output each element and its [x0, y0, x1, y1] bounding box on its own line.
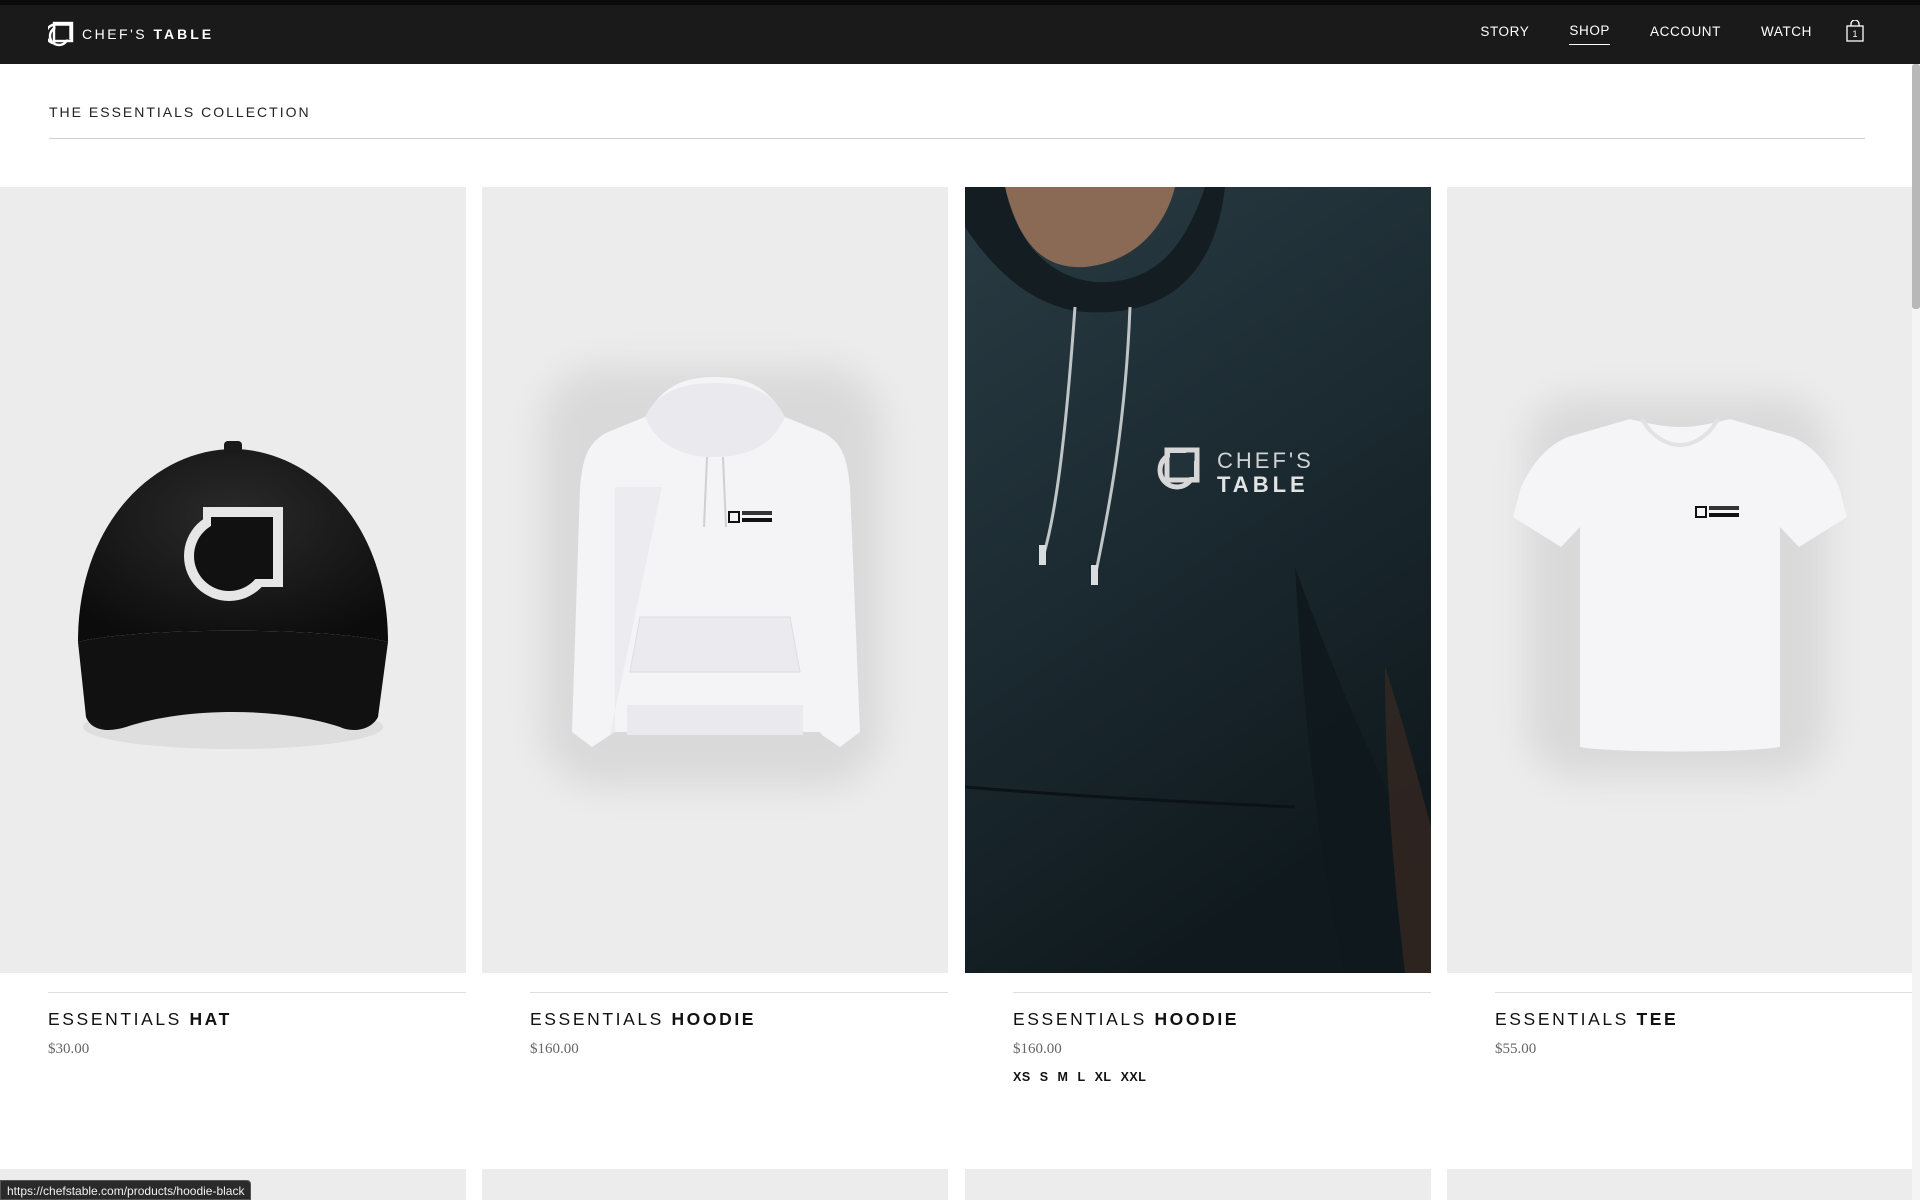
product-price: $160.00 [1013, 1041, 1062, 1057]
main-nav: STORY SHOP ACCOUNT WATCH 1 [1440, 20, 1864, 45]
size-option-xs[interactable]: XS [1013, 1070, 1031, 1084]
nav-shop[interactable]: SHOP [1569, 23, 1611, 45]
product-name-bold: HOODIE [671, 1009, 757, 1029]
size-option-xl[interactable]: XL [1095, 1070, 1112, 1084]
product-tile-next[interactable] [1447, 1169, 1913, 1200]
product-image-hoodie-black[interactable]: CHEF'S TABLE [965, 187, 1431, 973]
brand-name-bold: TABLE [153, 26, 215, 42]
product-name[interactable]: ESSENTIALS HOODIE [1013, 1009, 1239, 1030]
product-name-light: ESSENTIALS [1495, 1009, 1629, 1029]
size-option-m[interactable]: M [1058, 1070, 1069, 1084]
product-price: $55.00 [1495, 1041, 1537, 1057]
product-divider [1013, 992, 1431, 993]
logo-mark-icon [48, 21, 74, 47]
product-card-hoodie-white[interactable]: ESSENTIALS HOODIE $160.00 [482, 187, 948, 1057]
product-name[interactable]: ESSENTIALS TEE [1495, 1009, 1678, 1030]
size-option-l[interactable]: L [1077, 1070, 1085, 1084]
product-divider [1495, 992, 1913, 993]
hoodie-logo-line2: TABLE [1217, 472, 1309, 497]
product-price: $160.00 [530, 1041, 579, 1057]
product-divider [48, 992, 466, 993]
product-price: $30.00 [48, 1041, 90, 1057]
brand-logo[interactable]: CHEF'S TABLE [48, 20, 214, 48]
product-card-hoodie-black[interactable]: CHEF'S TABLE ESSENTIALS HOODIE $160.00 X… [965, 187, 1431, 1084]
nav-watch[interactable]: WATCH [1761, 24, 1812, 45]
brand-name: CHEF'S TABLE [82, 26, 214, 42]
product-name-light: ESSENTIALS [1013, 1009, 1147, 1029]
product-image-tee[interactable] [1447, 187, 1913, 973]
white-hoodie-illustration [542, 367, 882, 787]
nav-story[interactable]: STORY [1480, 24, 1529, 45]
cart-count: 1 [1852, 29, 1857, 39]
product-name[interactable]: ESSENTIALS HOODIE [530, 1009, 756, 1030]
white-tee-illustration [1513, 397, 1847, 777]
shopping-bag-icon[interactable]: 1 [1846, 20, 1864, 42]
product-image-hat[interactable] [0, 187, 466, 973]
product-name-light: ESSENTIALS [48, 1009, 182, 1029]
size-options: XS S M L XL XXL [1013, 1070, 1155, 1084]
black-cap-illustration [78, 441, 388, 749]
product-tile-next[interactable] [482, 1169, 948, 1200]
product-name-light: ESSENTIALS [530, 1009, 664, 1029]
link-status-url: https://chefstable.com/products/hoodie-b… [0, 1180, 252, 1200]
product-name-bold: TEE [1636, 1009, 1679, 1029]
collection-title: THE ESSENTIALS COLLECTION [49, 104, 311, 120]
hoodie-logo-line1: CHEF'S [1217, 448, 1314, 473]
page-scrollbar-thumb[interactable] [1912, 64, 1920, 309]
size-option-xxl[interactable]: XXL [1121, 1070, 1147, 1084]
nav-account[interactable]: ACCOUNT [1650, 24, 1721, 45]
brand-name-light: CHEF'S [82, 26, 148, 42]
model-hoodie-photo: CHEF'S TABLE [965, 187, 1431, 973]
product-tile-next[interactable] [965, 1169, 1431, 1200]
product-divider [530, 992, 948, 993]
product-image-hoodie-white[interactable] [482, 187, 948, 973]
product-name-bold: HOODIE [1154, 1009, 1240, 1029]
product-name-bold: HAT [189, 1009, 232, 1029]
product-card-tee[interactable]: ESSENTIALS TEE $55.00 [1447, 187, 1913, 1057]
size-option-s[interactable]: S [1040, 1070, 1049, 1084]
site-header: CHEF'S TABLE STORY SHOP ACCOUNT WATCH 1 [0, 0, 1920, 64]
collection-divider [49, 138, 1865, 139]
product-card-hat[interactable]: ESSENTIALS HAT $30.00 [0, 187, 466, 1057]
product-name[interactable]: ESSENTIALS HAT [48, 1009, 232, 1030]
